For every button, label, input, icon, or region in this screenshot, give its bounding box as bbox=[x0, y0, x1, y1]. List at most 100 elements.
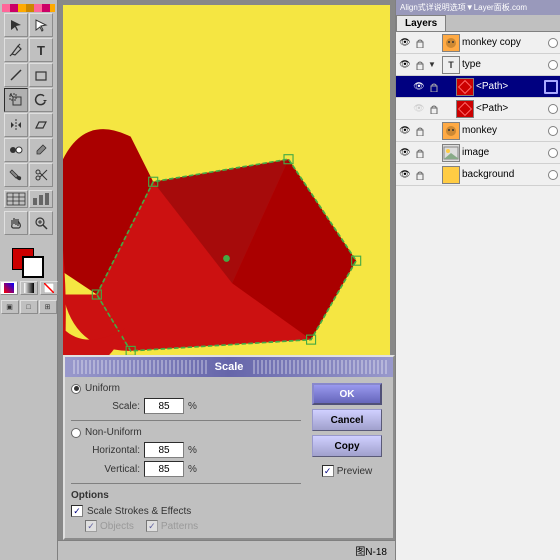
non-uniform-label: Non-Uniform bbox=[85, 427, 142, 438]
ok-button[interactable]: OK bbox=[312, 383, 382, 405]
patterns-checkbox[interactable] bbox=[146, 520, 158, 532]
toolbar-decoration bbox=[2, 4, 55, 12]
layer-item-type[interactable]: 👁 ▼ T type bbox=[396, 54, 560, 76]
mode-color[interactable] bbox=[0, 281, 18, 295]
view-preview[interactable]: ▣ bbox=[1, 300, 19, 314]
layers-panel: Align式详说明选项▼Layer面板.com Layers 👁 monkey … bbox=[395, 0, 560, 560]
dialog-body: Uniform Scale: % bbox=[65, 377, 393, 538]
tool-scale[interactable] bbox=[4, 88, 28, 112]
status-bar: 图N-18 bbox=[58, 540, 395, 560]
tool-blend[interactable] bbox=[4, 138, 28, 162]
tool-pen[interactable] bbox=[4, 38, 28, 62]
lock-monkey-copy[interactable] bbox=[414, 37, 426, 49]
tool-chart[interactable] bbox=[29, 190, 53, 208]
layer-item-path2[interactable]: 👁 <Path> bbox=[396, 98, 560, 120]
vertical-label: Vertical: bbox=[85, 464, 140, 475]
thumb-image bbox=[442, 144, 460, 162]
tool-paint-bucket[interactable] bbox=[4, 163, 28, 187]
canvas-area: Scale Uniform Scale bbox=[58, 0, 395, 560]
objects-checkbox[interactable] bbox=[85, 520, 97, 532]
preview-checkbox[interactable] bbox=[322, 465, 334, 477]
layer-list: 👁 monkey copy 👁 ▼ T type bbox=[396, 32, 560, 560]
stroke-swatch[interactable] bbox=[22, 256, 44, 278]
tool-mirror[interactable] bbox=[4, 113, 28, 137]
objects-label: Objects bbox=[100, 521, 134, 532]
eye-icon: 👁 bbox=[399, 37, 410, 48]
eye-monkey[interactable]: 👁 bbox=[398, 124, 412, 138]
eye-icon-type: 👁 bbox=[399, 59, 410, 70]
vertical-unit: % bbox=[188, 464, 197, 475]
mode-row bbox=[0, 281, 58, 295]
tool-row-7 bbox=[4, 163, 53, 187]
layer-name-path2: <Path> bbox=[476, 103, 546, 114]
eye-path2[interactable]: 👁 bbox=[412, 102, 426, 116]
lock-path2[interactable] bbox=[428, 103, 440, 115]
view-outline[interactable]: □ bbox=[20, 300, 38, 314]
eye-background[interactable]: 👁 bbox=[398, 168, 412, 182]
circle-type bbox=[548, 60, 558, 70]
lock-monkey[interactable] bbox=[414, 125, 426, 137]
tool-zoom[interactable] bbox=[29, 211, 53, 235]
selected-indicator-path1 bbox=[544, 80, 558, 94]
mode-none[interactable] bbox=[40, 281, 58, 295]
tool-direct-select[interactable] bbox=[29, 13, 53, 37]
tool-scissors[interactable] bbox=[29, 163, 53, 187]
eye-icon-path2: 👁 bbox=[413, 103, 424, 114]
tool-type[interactable]: T bbox=[29, 38, 53, 62]
tool-hand[interactable] bbox=[4, 211, 28, 235]
tool-eyedropper[interactable] bbox=[29, 138, 53, 162]
vertical-input[interactable] bbox=[144, 461, 184, 477]
layer-item-monkey[interactable]: 👁 monkey bbox=[396, 120, 560, 142]
layers-header-text: Align式详说明选项▼Layer面板.com bbox=[400, 3, 527, 12]
scale-strokes-checkbox[interactable] bbox=[71, 505, 83, 517]
mode-gradient[interactable] bbox=[20, 281, 38, 295]
lock-path1[interactable] bbox=[428, 81, 440, 93]
canvas: Scale Uniform Scale bbox=[58, 0, 395, 540]
horizontal-unit: % bbox=[188, 445, 197, 456]
eye-path1[interactable]: 👁 bbox=[412, 80, 426, 94]
tool-rotate[interactable] bbox=[29, 88, 53, 112]
lock-image[interactable] bbox=[414, 147, 426, 159]
lock-background[interactable] bbox=[414, 169, 426, 181]
uniform-radio[interactable] bbox=[71, 384, 81, 394]
cancel-button[interactable]: Cancel bbox=[312, 409, 382, 431]
tool-row-3 bbox=[4, 63, 53, 87]
objects-patterns-row: Objects Patterns bbox=[71, 520, 301, 532]
horizontal-input[interactable] bbox=[144, 442, 184, 458]
copy-button[interactable]: Copy bbox=[312, 435, 382, 457]
eye-monkey-copy[interactable]: 👁 bbox=[398, 36, 412, 50]
circle-image bbox=[548, 148, 558, 158]
eye-icon-background: 👁 bbox=[399, 169, 410, 180]
eye-type[interactable]: 👁 bbox=[398, 58, 412, 72]
arrow-type[interactable]: ▼ bbox=[428, 60, 440, 69]
eye-image[interactable]: 👁 bbox=[398, 146, 412, 160]
dialog-right: OK Cancel Copy Preview bbox=[307, 383, 387, 532]
thumb-type: T bbox=[442, 56, 460, 74]
circle-background bbox=[548, 170, 558, 180]
uniform-label: Uniform bbox=[85, 383, 120, 394]
non-uniform-radio[interactable] bbox=[71, 428, 81, 438]
lock-type[interactable] bbox=[414, 59, 426, 71]
tool-mesh[interactable] bbox=[4, 190, 28, 208]
tool-rect[interactable] bbox=[29, 63, 53, 87]
tool-arrow[interactable] bbox=[4, 13, 28, 37]
layer-item-background[interactable]: 👁 background bbox=[396, 164, 560, 186]
thumb-monkey-copy bbox=[442, 34, 460, 52]
thumb-background bbox=[442, 166, 460, 184]
scale-input-row: Scale: % bbox=[71, 398, 301, 414]
view-pixel[interactable]: ⊞ bbox=[39, 300, 57, 314]
tool-shear[interactable] bbox=[29, 113, 53, 137]
tool-line[interactable] bbox=[4, 63, 28, 87]
scale-input[interactable] bbox=[144, 398, 184, 414]
dialog-left: Uniform Scale: % bbox=[71, 383, 301, 532]
fill-stroke-area bbox=[4, 240, 54, 278]
layer-item-path1[interactable]: 👁 <Path> bbox=[396, 76, 560, 98]
layer-name-image: image bbox=[462, 147, 546, 158]
tool-row-4 bbox=[4, 88, 53, 112]
patterns-group: Patterns bbox=[146, 520, 198, 532]
layer-item-image[interactable]: 👁 image bbox=[396, 142, 560, 164]
circle-monkey bbox=[548, 126, 558, 136]
layers-tabs: Layers bbox=[396, 15, 560, 32]
layers-tab[interactable]: Layers bbox=[396, 15, 446, 31]
layer-item-monkey-copy[interactable]: 👁 monkey copy bbox=[396, 32, 560, 54]
